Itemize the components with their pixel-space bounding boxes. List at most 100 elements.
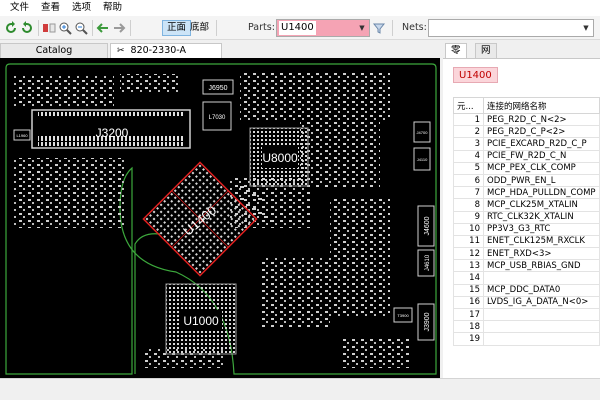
table-row[interactable]: 8 MCP_CLK25M_XTALIN bbox=[453, 198, 600, 212]
pin-number-cell: 13 bbox=[453, 259, 484, 273]
chevron-down-icon[interactable]: ▼ bbox=[579, 20, 593, 36]
parts-search-value[interactable]: U1400 bbox=[279, 21, 316, 35]
rotate-right-icon[interactable] bbox=[20, 21, 34, 35]
zoom-in-icon[interactable] bbox=[58, 21, 72, 35]
board-view[interactable]: J3200 J6950 L7030 L1960 U8000 U1400 U100… bbox=[0, 58, 440, 378]
mirror-icon[interactable] bbox=[42, 21, 56, 35]
net-name-cell: RTC_CLK32K_XTALIN bbox=[483, 210, 600, 224]
label-j4110: J4110 bbox=[417, 157, 428, 162]
pin-number-cell: 9 bbox=[453, 210, 484, 224]
component-cluster bbox=[260, 258, 330, 328]
label-j4610: J4610 bbox=[425, 254, 431, 271]
pin-number-cell: 8 bbox=[453, 198, 484, 212]
table-row[interactable]: 9 RTC_CLK32K_XTALIN bbox=[453, 210, 600, 224]
tab-parts[interactable]: 零件 bbox=[445, 43, 467, 70]
pin-number-cell: 11 bbox=[453, 234, 484, 249]
column-header-net[interactable]: 连接的网络名称 bbox=[483, 97, 600, 114]
net-name-cell: MCP_HDA_PULLDN_COMP bbox=[483, 186, 600, 200]
table-row[interactable]: 13 MCP_USB_RBIAS_GND bbox=[453, 259, 600, 273]
pin-number-cell: 1 bbox=[453, 112, 484, 127]
zoom-out-icon[interactable] bbox=[74, 21, 88, 35]
tab-nets[interactable]: 网络 bbox=[475, 43, 497, 70]
rotate-left-icon[interactable] bbox=[4, 21, 18, 35]
tab-board[interactable]: ✂820-2330-A A1286✕ bbox=[110, 43, 222, 70]
board-icon: ✂ bbox=[117, 46, 125, 56]
menu-help[interactable]: 帮助 bbox=[97, 0, 128, 16]
forward-arrow-icon[interactable] bbox=[112, 21, 126, 35]
document-tabs: Catalog ✂820-2330-A A1286✕ bbox=[0, 41, 440, 70]
pin-number-cell: 17 bbox=[453, 307, 484, 322]
net-name-cell: ODD_PWR_EN_L bbox=[483, 173, 600, 188]
net-table: 元... 连接的网络名称 1 PEG_R2D_C_N<2> 2 PEG_R2D_C_P… bbox=[453, 97, 600, 346]
table-row[interactable]: 15 MCP_DDC_DATA0 bbox=[453, 283, 600, 297]
net-name-cell: PEG_R2D_C_N<2> bbox=[483, 112, 600, 127]
tab-catalog[interactable]: Catalog bbox=[0, 43, 108, 58]
table-row[interactable]: 14 bbox=[453, 271, 600, 285]
pin-number-cell: 7 bbox=[453, 186, 484, 200]
table-row[interactable]: 11 ENET_CLK125M_RXCLK bbox=[453, 234, 600, 249]
table-row[interactable]: 12 ENET_RXD<3> bbox=[453, 247, 600, 261]
table-row[interactable]: 2 PEG_R2D_C_P<2> bbox=[453, 125, 600, 139]
table-row[interactable]: 17 bbox=[453, 307, 600, 322]
component-cluster bbox=[14, 76, 114, 106]
net-name-cell: MCP_PEX_CLK_COMP bbox=[483, 161, 600, 175]
table-row[interactable]: 5 MCP_PEX_CLK_COMP bbox=[453, 161, 600, 175]
menu-options[interactable]: 选项 bbox=[66, 0, 97, 16]
pin-number-cell: 5 bbox=[453, 161, 484, 175]
label-j3200: J3200 bbox=[96, 126, 129, 140]
nets-label: Nets: bbox=[402, 22, 427, 33]
parts-search-combo[interactable]: U1400 ▼ bbox=[276, 19, 370, 37]
chevron-down-icon[interactable]: ▼ bbox=[355, 20, 369, 36]
label-j3900: J3900 bbox=[424, 312, 431, 331]
component-cluster bbox=[340, 338, 410, 368]
toolbar-separator bbox=[130, 20, 131, 36]
back-arrow-icon[interactable] bbox=[96, 21, 110, 35]
pin-number-cell: 3 bbox=[453, 137, 484, 151]
net-name-cell bbox=[483, 307, 600, 322]
board-canvas[interactable]: J3200 J6950 L7030 L1960 U8000 U1400 U100… bbox=[0, 58, 440, 378]
label-j6950: J6950 bbox=[208, 85, 227, 92]
table-row[interactable]: 10 PP3V3_G3_RTC bbox=[453, 222, 600, 236]
pin-number-cell: 15 bbox=[453, 283, 484, 297]
net-name-cell: PP3V3_G3_RTC bbox=[483, 222, 600, 236]
table-row[interactable]: 16 LVDS_IG_A_DATA_N<0> bbox=[453, 295, 600, 310]
net-name-cell bbox=[483, 320, 600, 334]
net-name-cell bbox=[483, 271, 600, 285]
pin-number-cell: 12 bbox=[453, 247, 484, 261]
component-cluster bbox=[330, 198, 390, 318]
parts-label: Parts: bbox=[248, 22, 275, 33]
table-row[interactable]: 3 PCIE_EXCARD_R2D_C_P bbox=[453, 137, 600, 151]
component-cluster bbox=[300, 118, 380, 188]
net-name-cell: PCIE_EXCARD_R2D_C_P bbox=[483, 137, 600, 151]
table-row[interactable]: 7 MCP_HDA_PULLDN_COMP bbox=[453, 186, 600, 200]
net-name-cell: ENET_CLK125M_RXCLK bbox=[483, 234, 600, 249]
net-name-cell: LVDS_IG_A_DATA_N<0> bbox=[483, 295, 600, 310]
clear-search-icon[interactable] bbox=[372, 21, 386, 35]
selected-part-badge: U1400 bbox=[453, 67, 498, 83]
tab-catalog-label: Catalog bbox=[35, 45, 73, 56]
label-u8000: U8000 bbox=[262, 151, 298, 165]
table-row[interactable]: 18 bbox=[453, 320, 600, 334]
bottom-side-button[interactable]: 底部 bbox=[186, 20, 213, 36]
table-row[interactable]: 4 PCIE_FW_R2D_C_N bbox=[453, 149, 600, 163]
table-row[interactable]: 1 PEG_R2D_C_N<2> bbox=[453, 112, 600, 127]
net-table-body: 1 PEG_R2D_C_N<2> 2 PEG_R2D_C_P<2> 3 PCIE_EXCA… bbox=[453, 112, 600, 346]
net-name-cell: MCP_USB_RBIAS_GND bbox=[483, 259, 600, 273]
menu-view[interactable]: 查看 bbox=[35, 0, 66, 16]
net-name-cell: PEG_R2D_C_P<2> bbox=[483, 125, 600, 139]
table-header-row: 元... 连接的网络名称 bbox=[453, 97, 600, 114]
pin-number-cell: 18 bbox=[453, 320, 484, 334]
menu-bar: 文件 查看 选项 帮助 bbox=[0, 0, 600, 16]
net-name-cell: MCP_CLK25M_XTALIN bbox=[483, 198, 600, 212]
nets-search-combo[interactable]: ▼ bbox=[428, 19, 594, 37]
menu-file[interactable]: 文件 bbox=[4, 0, 35, 16]
label-t3900: T3900 bbox=[397, 313, 409, 318]
net-name-cell: PCIE_FW_R2D_C_N bbox=[483, 149, 600, 163]
table-row[interactable]: 19 bbox=[453, 332, 600, 346]
column-header-pin[interactable]: 元... bbox=[453, 97, 484, 114]
label-l7030: L7030 bbox=[209, 115, 226, 121]
toolbar-separator bbox=[38, 20, 39, 36]
table-row[interactable]: 6 ODD_PWR_EN_L bbox=[453, 173, 600, 188]
label-j4600: J4600 bbox=[424, 216, 431, 235]
component-cluster bbox=[120, 74, 180, 94]
